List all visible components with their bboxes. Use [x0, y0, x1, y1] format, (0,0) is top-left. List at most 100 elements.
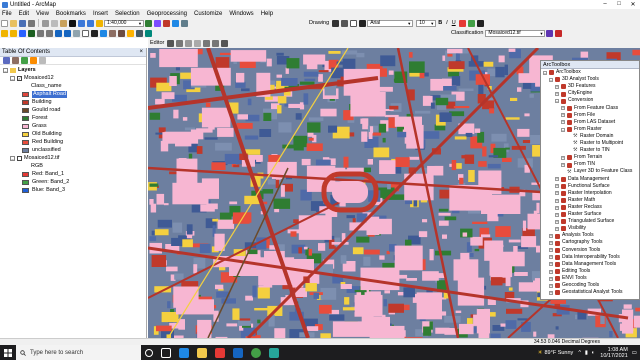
- start-button[interactable]: [0, 345, 16, 360]
- menu-insert[interactable]: Insert: [93, 11, 108, 17]
- tray-chevron-icon[interactable]: ^: [578, 350, 581, 356]
- taskbar-search[interactable]: Type here to search: [16, 345, 141, 360]
- chrome-icon[interactable]: [251, 347, 261, 358]
- save-icon[interactable]: [19, 19, 26, 27]
- expand-icon[interactable]: +: [555, 198, 559, 203]
- forward-icon[interactable]: [64, 29, 71, 37]
- expand-icon[interactable]: +: [555, 205, 559, 210]
- full-extent-icon[interactable]: [28, 29, 35, 37]
- word-icon[interactable]: [233, 347, 243, 358]
- bold-button[interactable]: B: [438, 20, 442, 26]
- weather-text[interactable]: 89°F Sunny: [545, 350, 574, 356]
- zoom-out-icon[interactable]: [10, 29, 17, 37]
- legend-class-forest[interactable]: Forest: [22, 115, 48, 122]
- split-tool-icon[interactable]: [221, 39, 229, 47]
- training-sample-icon[interactable]: [546, 29, 554, 37]
- expand-icon[interactable]: +: [549, 255, 553, 260]
- menu-geoprocessing[interactable]: Geoprocessing: [147, 11, 187, 17]
- toolbox-item[interactable]: + Geostatistical Analyst Tools: [549, 289, 623, 297]
- cut-icon[interactable]: [42, 19, 49, 27]
- layer-visibility-checkbox[interactable]: ✓: [17, 76, 22, 81]
- menu-view[interactable]: View: [36, 11, 49, 17]
- legend-class-goulid-road[interactable]: Goulid road: [22, 107, 60, 114]
- clock[interactable]: 1:08 AM 10/17/2021: [600, 347, 628, 359]
- html-popup-icon[interactable]: [136, 29, 143, 37]
- arctoolbox-icon[interactable]: [163, 19, 170, 27]
- collapse-icon[interactable]: –: [555, 99, 559, 104]
- text-icon[interactable]: [359, 19, 367, 27]
- select-features-icon[interactable]: [73, 29, 80, 37]
- classification-layer-combo[interactable]: Mosaiced12.tif ▼: [485, 29, 546, 37]
- expand-icon[interactable]: +: [549, 276, 553, 281]
- options-icon[interactable]: [39, 57, 46, 64]
- line-color-icon[interactable]: [476, 19, 484, 27]
- hyperlink-icon[interactable]: [127, 29, 134, 37]
- layer-visibility-checkbox[interactable]: [17, 156, 22, 161]
- expand-icon[interactable]: +: [549, 283, 553, 288]
- app-icon[interactable]: [215, 347, 225, 358]
- expand-icon[interactable]: +: [549, 269, 553, 274]
- arcmap-taskbar-icon[interactable]: [269, 347, 279, 358]
- python-icon[interactable]: [172, 19, 179, 27]
- scale-combo[interactable]: 1:40,000 ▼: [104, 19, 144, 27]
- rectangle-icon[interactable]: [350, 19, 358, 27]
- delete-icon[interactable]: [69, 19, 76, 27]
- menu-selection[interactable]: Selection: [115, 11, 140, 17]
- collapse-icon[interactable]: –: [3, 68, 8, 73]
- band-red[interactable]: Red: Band_1: [22, 171, 64, 178]
- end-point-arc-icon[interactable]: [194, 39, 202, 47]
- classification-menu[interactable]: Classification: [451, 30, 483, 36]
- editor-menu[interactable]: Editor: [150, 40, 164, 46]
- task-view-icon[interactable]: [161, 347, 171, 358]
- notifications-icon[interactable]: ▭: [632, 350, 637, 356]
- underline-button[interactable]: U: [452, 20, 456, 26]
- expand-icon[interactable]: +: [549, 248, 553, 253]
- find-icon[interactable]: [109, 29, 116, 37]
- expand-icon[interactable]: +: [561, 155, 565, 160]
- rotate-icon[interactable]: [341, 19, 349, 27]
- collapse-icon[interactable]: –: [549, 77, 553, 82]
- expand-icon[interactable]: +: [549, 262, 553, 267]
- drawing-menu[interactable]: Drawing: [309, 20, 329, 26]
- new-icon[interactable]: [1, 19, 8, 27]
- menu-windows[interactable]: Windows: [229, 11, 253, 17]
- training-manager-icon[interactable]: [555, 29, 563, 37]
- back-icon[interactable]: [55, 29, 62, 37]
- expand-icon[interactable]: +: [555, 92, 559, 97]
- pan-icon[interactable]: [19, 29, 26, 37]
- expand-icon[interactable]: +: [561, 106, 565, 111]
- expand-icon[interactable]: +: [555, 212, 559, 217]
- edit-tool-icon[interactable]: [167, 39, 175, 47]
- network-icon[interactable]: ▮: [585, 350, 588, 356]
- edit-annotation-icon[interactable]: [176, 39, 184, 47]
- collapse-icon[interactable]: –: [543, 70, 547, 75]
- toc-icon[interactable]: [154, 19, 161, 27]
- paste-icon[interactable]: [60, 19, 67, 27]
- editor-toolbar-icon[interactable]: [145, 19, 152, 27]
- font-combo[interactable]: Arial ▼: [367, 19, 414, 27]
- band-green[interactable]: Green: Band_2: [22, 179, 69, 186]
- expand-icon[interactable]: +: [555, 184, 559, 189]
- expand-icon[interactable]: +: [549, 234, 553, 239]
- expand-icon[interactable]: +: [549, 241, 553, 246]
- layer-mosaiced12[interactable]: – ✓ Mosaiced12: [10, 75, 54, 82]
- clear-selection-icon[interactable]: [82, 29, 89, 37]
- layers-root[interactable]: – Layers: [3, 67, 36, 74]
- close-icon[interactable]: ×: [139, 49, 143, 55]
- expand-icon[interactable]: +: [555, 219, 559, 224]
- italic-button[interactable]: I: [446, 20, 448, 26]
- close-button[interactable]: ✕: [626, 1, 640, 8]
- expand-icon[interactable]: +: [561, 113, 565, 118]
- expand-icon[interactable]: +: [561, 120, 565, 125]
- point-icon[interactable]: [212, 39, 220, 47]
- add-data-icon[interactable]: [96, 19, 103, 27]
- select-elements-icon[interactable]: [332, 19, 340, 27]
- cortana-icon[interactable]: [145, 348, 153, 357]
- fixed-zoom-out-icon[interactable]: [46, 29, 53, 37]
- volume-icon[interactable]: ◖: [591, 350, 594, 356]
- print-icon[interactable]: [28, 19, 35, 27]
- collapse-icon[interactable]: –: [561, 127, 565, 132]
- file-explorer-icon[interactable]: [197, 347, 207, 358]
- copy-icon[interactable]: [51, 19, 58, 27]
- minimize-button[interactable]: –: [598, 1, 612, 8]
